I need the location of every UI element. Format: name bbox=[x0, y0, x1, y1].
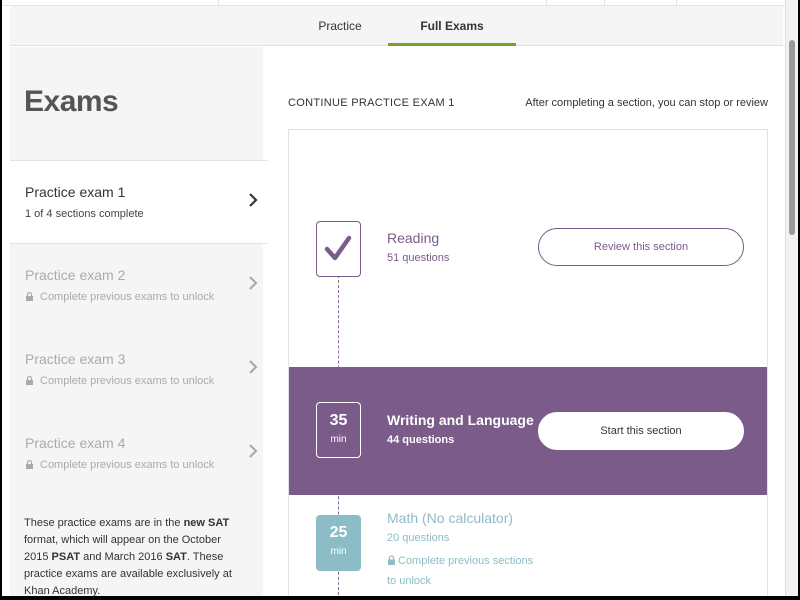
section-time-badge: 25 min bbox=[316, 515, 361, 571]
lock-icon bbox=[26, 292, 33, 301]
tab-full-exams-label: Full Exams bbox=[420, 19, 484, 33]
section-title: Writing and Language bbox=[387, 412, 534, 428]
section-reading: Reading 51 questions Review this section bbox=[289, 190, 767, 300]
time-value: 35 bbox=[329, 412, 348, 429]
section-writing-language: 35 min Writing and Language 44 questions… bbox=[289, 367, 767, 495]
exam-item-2[interactable]: Practice exam 2 Complete previous exams … bbox=[10, 244, 268, 328]
review-section-button[interactable]: Review this section bbox=[538, 228, 744, 266]
review-hint: After completing a section, you can stop… bbox=[525, 97, 768, 109]
completed-checkmark-icon bbox=[316, 221, 361, 277]
section-question-count: 51 questions bbox=[387, 252, 450, 264]
exam-status: Complete previous exams to unlock bbox=[40, 291, 215, 303]
lock-message-text: Complete previous sections to unlock bbox=[387, 555, 534, 587]
time-value: 25 bbox=[329, 524, 348, 541]
section-question-count: 44 questions bbox=[387, 434, 455, 446]
exam-sections-card: Reading 51 questions Review this section… bbox=[288, 129, 768, 596]
tab-full-exams[interactable]: Full Exams bbox=[388, 6, 516, 46]
lock-icon bbox=[26, 460, 33, 469]
section-title: Reading bbox=[387, 230, 440, 246]
section-title: Math (No calculator) bbox=[387, 510, 514, 526]
exam-title: Practice exam 4 bbox=[25, 435, 126, 451]
exams-sidebar: Exams Practice exam 1 1 of 4 sections co… bbox=[10, 47, 268, 597]
chevron-right-icon bbox=[249, 276, 258, 290]
exam-title: Practice exam 3 bbox=[25, 351, 126, 367]
lock-icon bbox=[388, 555, 395, 565]
exam-item-4[interactable]: Practice exam 4 Complete previous exams … bbox=[10, 412, 268, 496]
exam-format-note: These practice exams are in the new SAT … bbox=[24, 517, 232, 597]
time-unit: min bbox=[330, 434, 347, 445]
exam-title: Practice exam 2 bbox=[25, 267, 126, 283]
chevron-right-icon bbox=[249, 193, 258, 207]
lock-icon bbox=[26, 376, 33, 385]
exam-tabs: Practice Full Exams bbox=[10, 6, 783, 46]
tab-practice[interactable]: Practice bbox=[300, 6, 380, 46]
exam-title: Practice exam 1 bbox=[25, 184, 126, 200]
screen-edge-bottom bbox=[0, 596, 800, 600]
exam-item-1[interactable]: Practice exam 1 1 of 4 sections complete bbox=[10, 160, 268, 244]
section-lock-message: Complete previous sections to unlock bbox=[387, 551, 537, 591]
chevron-right-icon bbox=[249, 444, 258, 458]
section-time-badge: 35 min bbox=[316, 402, 361, 458]
active-tab-underline bbox=[388, 43, 516, 46]
exam-status: Complete previous exams to unlock bbox=[40, 459, 215, 471]
section-question-count: 20 questions bbox=[387, 532, 450, 544]
exam-item-3[interactable]: Practice exam 3 Complete previous exams … bbox=[10, 328, 268, 412]
exam-status: 1 of 4 sections complete bbox=[25, 208, 144, 220]
sidebar-title: Exams bbox=[24, 85, 119, 118]
scrollbar-thumb[interactable] bbox=[789, 40, 795, 235]
page-scrollbar[interactable] bbox=[785, 0, 798, 600]
start-section-button[interactable]: Start this section bbox=[538, 412, 744, 450]
section-math-no-calculator: 25 min Math (No calculator) 20 questions… bbox=[289, 495, 767, 596]
exam-status: Complete previous exams to unlock bbox=[40, 375, 215, 387]
screen-edge-left bbox=[0, 0, 2, 600]
chevron-right-icon bbox=[249, 360, 258, 374]
continue-exam-heading: CONTINUE PRACTICE EXAM 1 bbox=[288, 97, 455, 109]
time-unit: min bbox=[330, 546, 347, 557]
